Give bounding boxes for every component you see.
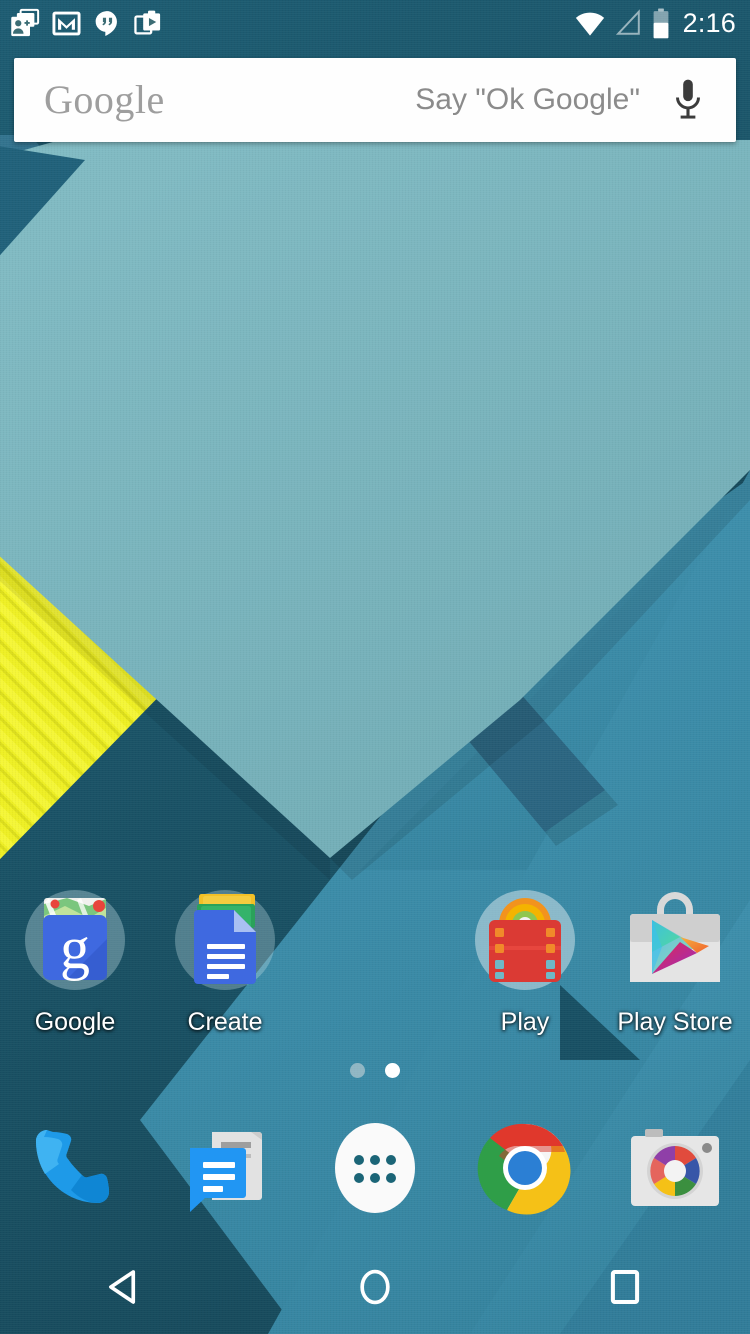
search-hint-text: Say "Ok Google": [415, 83, 640, 116]
svg-text:g: g: [60, 915, 90, 981]
home-screen-workspace[interactable]: g Google Create Play Play Store: [0, 0, 750, 1334]
dock-item-messenger[interactable]: [150, 1116, 300, 1220]
status-bar[interactable]: 2:16: [0, 0, 750, 46]
wifi-icon: [575, 12, 604, 36]
app-label: Play: [500, 1008, 550, 1036]
play-store-icon[interactable]: [619, 884, 731, 996]
create-folder-icon[interactable]: [169, 884, 281, 996]
back-triangle-icon: [109, 1270, 136, 1304]
google-folder-icon[interactable]: g: [19, 884, 131, 996]
home-item-play-store[interactable]: Play Store: [600, 884, 750, 1037]
google-search-bar[interactable]: Google Say "Ok Google": [14, 58, 736, 142]
status-bar-system-icons: 2:16: [574, 7, 736, 39]
app-label: Google: [34, 1008, 116, 1036]
microphone-icon: [676, 79, 700, 119]
app-label: Play Store: [617, 1008, 733, 1036]
recents-square-icon: [610, 1269, 640, 1305]
home-item-google[interactable]: g Google: [0, 884, 150, 1037]
voice-search-button[interactable]: [640, 77, 736, 123]
status-bar-notification-icons: [10, 8, 163, 38]
gmail-notification-icon: [52, 11, 81, 35]
favorites-dock: [0, 1108, 750, 1228]
home-circle-icon: [360, 1269, 390, 1305]
page-dot-1[interactable]: [350, 1063, 365, 1078]
page-indicator[interactable]: [0, 1063, 750, 1078]
dock-item-chrome[interactable]: [450, 1116, 600, 1220]
cellular-signal-icon: [615, 9, 640, 35]
home-item-create[interactable]: Create: [150, 884, 300, 1037]
nav-button-back[interactable]: [0, 1265, 250, 1309]
messenger-icon[interactable]: [173, 1116, 277, 1220]
battery-icon: [653, 7, 669, 38]
navigation-bar: [0, 1240, 750, 1334]
dock-item-camera[interactable]: [600, 1116, 750, 1220]
app-label: Create: [187, 1008, 263, 1036]
play-store-notification-icon: [134, 10, 161, 35]
chrome-icon[interactable]: [473, 1116, 577, 1220]
home-app-row: g Google Create Play Play Store: [0, 884, 750, 1037]
page-dot-2-current[interactable]: [385, 1063, 400, 1078]
home-item-play[interactable]: Play: [450, 884, 600, 1037]
app-drawer-icon[interactable]: [323, 1116, 427, 1220]
camera-icon[interactable]: [623, 1116, 727, 1220]
nav-button-home[interactable]: [250, 1265, 500, 1309]
dock-item-phone[interactable]: [0, 1116, 150, 1220]
play-folder-icon[interactable]: [469, 884, 581, 996]
phone-icon[interactable]: [23, 1116, 127, 1220]
google-plus-notification-icon: [11, 8, 40, 37]
google-wordmark: Google: [44, 77, 165, 122]
dock-item-app-drawer[interactable]: [300, 1116, 450, 1220]
hangouts-notification-icon: [95, 10, 117, 36]
nav-button-recents[interactable]: [500, 1265, 750, 1309]
status-bar-clock: 2:16: [682, 7, 736, 38]
